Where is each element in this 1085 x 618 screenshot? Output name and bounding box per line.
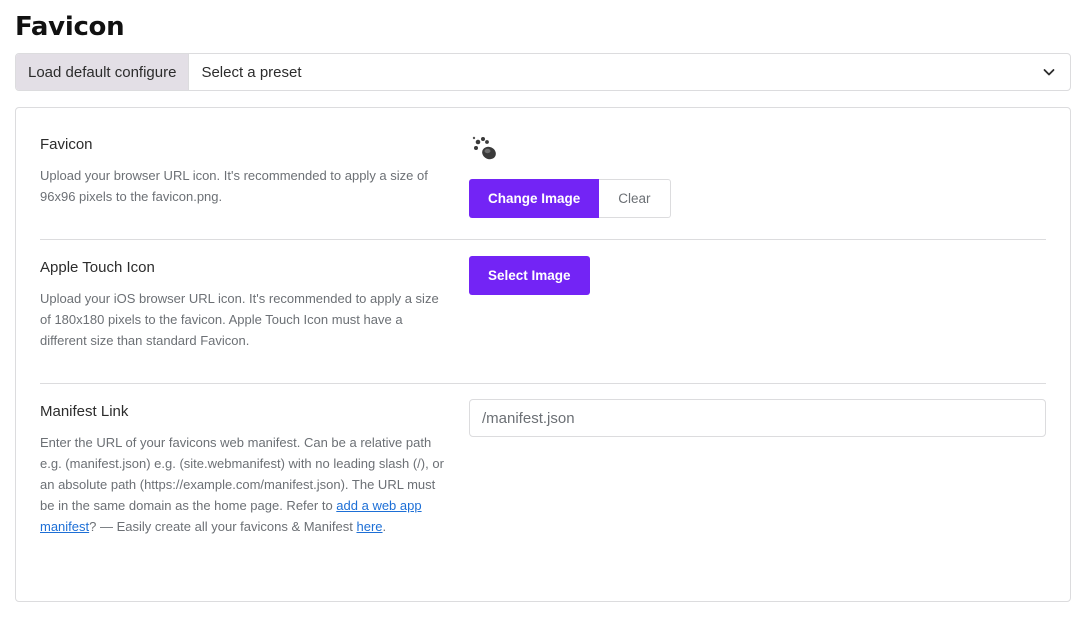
paw-icon [472, 136, 496, 160]
divider [40, 239, 1046, 240]
manifest-description-text: ? — Easily create all your favicons & Ma… [89, 519, 357, 534]
change-image-button[interactable]: Change Image [469, 179, 600, 218]
here-link[interactable]: here [356, 519, 382, 534]
divider [40, 383, 1046, 384]
favicon-row: Favicon Upload your browser URL icon. It… [40, 136, 1046, 204]
apple-touch-description: Upload your iOS browser URL icon. It's r… [40, 291, 439, 348]
select-image-button[interactable]: Select Image [469, 256, 590, 295]
preset-bar: Load default configure Select a preset [15, 53, 1071, 91]
preset-select-value: Select a preset [201, 63, 302, 81]
manifest-link-input[interactable] [469, 399, 1046, 437]
favicon-button-group: Change Image Clear [469, 179, 671, 218]
favicon-label: Favicon [40, 136, 93, 153]
manifest-description-text: . [382, 519, 387, 534]
preset-select[interactable]: Select a preset [189, 54, 1070, 90]
load-default-configure-label: Load default configure [16, 54, 190, 90]
page-title: Favicon [15, 12, 125, 42]
favicon-settings-card: Favicon Upload your browser URL icon. It… [15, 107, 1071, 602]
clear-button[interactable]: Clear [599, 179, 671, 218]
chevron-down-icon [1043, 69, 1055, 76]
manifest-description: Enter the URL of your favicons web manif… [40, 432, 450, 537]
favicon-description: Upload your browser URL icon. It's recom… [40, 168, 428, 204]
